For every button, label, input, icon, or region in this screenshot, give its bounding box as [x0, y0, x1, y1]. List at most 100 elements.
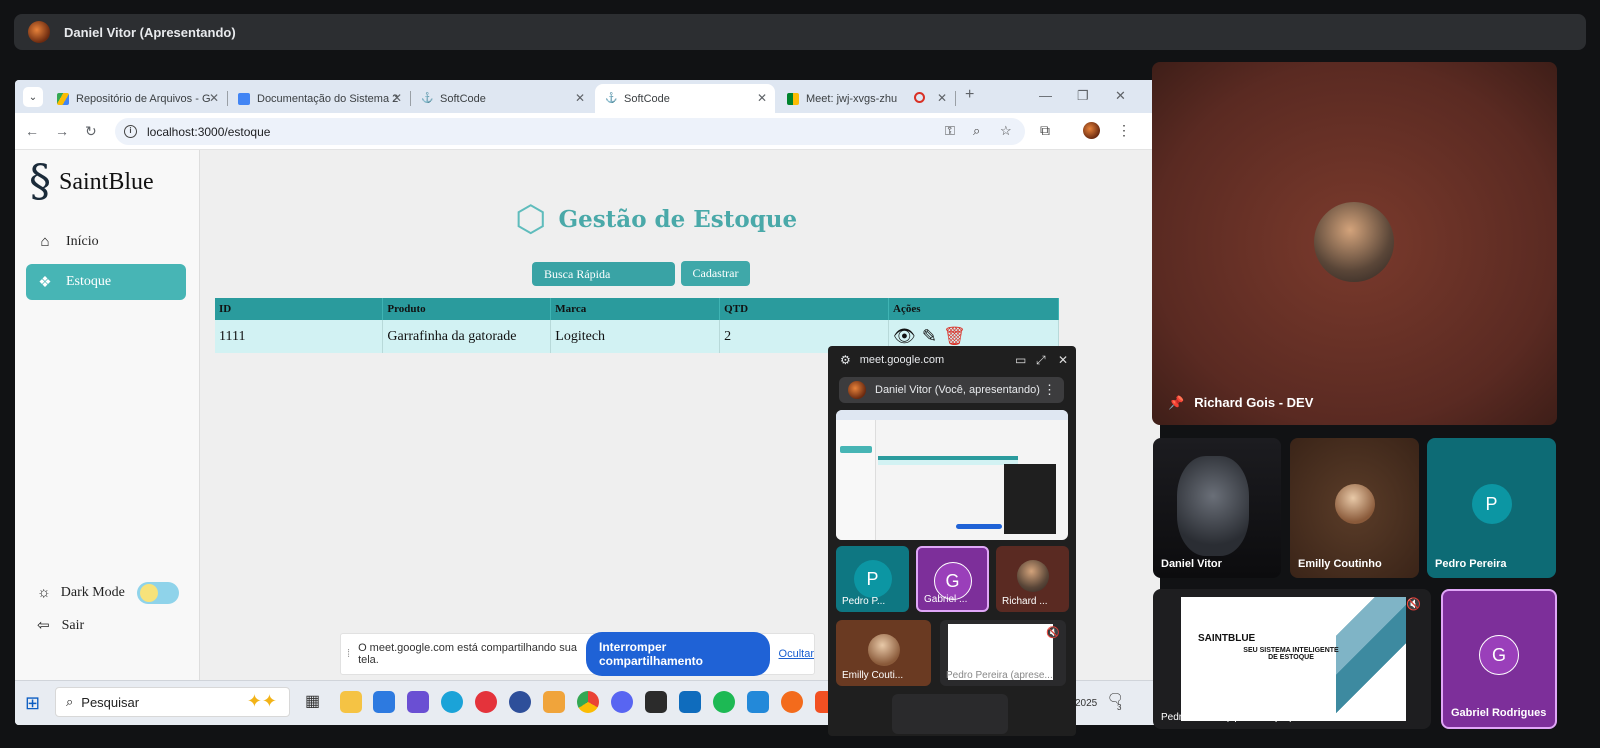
pip-presenter: Daniel Vitor (Você, apresentando) ⋮: [839, 377, 1064, 403]
profile-avatar[interactable]: [1083, 122, 1100, 139]
page-icon: ⚓: [421, 92, 434, 104]
logout-button[interactable]: ⇦ Sair: [37, 616, 84, 635]
brand-logo-icon: §: [29, 156, 51, 207]
camera-icon[interactable]: ▭: [1015, 353, 1026, 367]
dark-mode-toggle[interactable]: [136, 582, 179, 604]
tab-label: Documentação do Sistema 2: [257, 92, 399, 105]
tile-name: Gabriel ...: [924, 594, 968, 605]
omnibox[interactable]: i localhost:3000/estoque ⚿ ⌕ ☆: [115, 118, 1025, 145]
expand-icon[interactable]: ⤢: [1036, 353, 1046, 368]
close-window-icon[interactable]: ✕: [1115, 88, 1126, 104]
trash-icon[interactable]: 🗑: [943, 326, 966, 347]
avatar: [848, 381, 866, 399]
store-icon[interactable]: [373, 691, 395, 713]
tile-name: Richard ...: [1002, 596, 1048, 607]
hide-link[interactable]: Ocultar: [779, 648, 814, 660]
participant-name: Pedro Pereira: [1435, 558, 1507, 570]
tab-repositorio[interactable]: Repositório de Arquivos - G ✕: [47, 84, 228, 113]
bookmark-star-icon[interactable]: ☆: [1000, 123, 1012, 139]
close-icon[interactable]: ✕: [937, 91, 947, 105]
cell-produto: Garrafinha da gatorade: [382, 320, 552, 353]
avatar: P: [853, 560, 892, 598]
browser-icon[interactable]: [509, 691, 531, 713]
view-eye-icon[interactable]: 👁: [893, 326, 916, 347]
new-tab-button[interactable]: +: [965, 86, 974, 104]
postman-icon[interactable]: [781, 691, 803, 713]
participant-name: Emilly Coutinho: [1298, 558, 1382, 570]
forward-icon[interactable]: →: [55, 123, 69, 139]
edge-icon[interactable]: [441, 691, 463, 713]
stop-sharing-button[interactable]: Interromper compartilhamento: [585, 632, 770, 676]
avatar: [867, 634, 900, 666]
spotify-icon[interactable]: [713, 691, 735, 713]
cadastrar-button[interactable]: Cadastrar: [681, 261, 750, 286]
sidebar-item-estoque[interactable]: ❖ Estoque: [26, 264, 186, 300]
pip-host: meet.google.com: [859, 354, 945, 366]
password-key-icon[interactable]: ⚿: [945, 123, 955, 139]
tab-search-button[interactable]: ⌄: [23, 87, 43, 107]
tab-documentacao[interactable]: Documentação do Sistema 2 ✕: [228, 84, 411, 113]
brand: § SaintBlue: [29, 160, 154, 204]
presenter-title: Daniel Vitor (Apresentando): [64, 24, 236, 40]
close-icon[interactable]: ✕: [1058, 353, 1068, 367]
tab-softcode-active[interactable]: ⚓ SoftCode ✕: [595, 84, 775, 113]
discord-icon[interactable]: [611, 691, 633, 713]
avatar: P: [1471, 484, 1512, 524]
close-icon[interactable]: ✕: [209, 91, 219, 105]
drag-handle-icon[interactable]: ⁞: [347, 648, 350, 660]
figma-icon[interactable]: [645, 691, 667, 713]
presenter-avatar: [28, 21, 50, 43]
app-icon[interactable]: [407, 691, 429, 713]
page-heading: ⬡ Gestão de Estoque: [515, 198, 797, 240]
site-info-icon[interactable]: i: [124, 125, 137, 138]
pip-tile-gabriel: G Gabriel ...: [916, 546, 989, 612]
pip-tile-pedro: P Pedro P...: [836, 546, 909, 612]
close-icon[interactable]: ✕: [757, 91, 767, 105]
tab-label: SoftCode: [624, 92, 670, 105]
taskbar-search[interactable]: ⌕ Pesquisar ✦✦: [55, 687, 290, 717]
tab-meet[interactable]: Meet: jwj-xvgs-zhu ✕: [777, 84, 956, 113]
menu-dots-icon[interactable]: ⋮: [1117, 122, 1131, 139]
muted-icon: 🔇: [1046, 627, 1060, 639]
vscode-icon[interactable]: [747, 691, 769, 713]
opera-icon[interactable]: [475, 691, 497, 713]
sidebar-item-inicio[interactable]: ⌂ Início: [26, 224, 186, 260]
close-icon[interactable]: ✕: [392, 91, 402, 105]
sidebar-item-label: Início: [66, 234, 99, 249]
file-explorer-icon[interactable]: [340, 691, 362, 713]
brand-name: SaintBlue: [59, 168, 154, 195]
col-id: ID: [215, 298, 384, 320]
sun-icon: ☼: [37, 584, 51, 601]
avatar: G: [1479, 635, 1519, 675]
reload-icon[interactable]: ↻: [85, 123, 97, 140]
tile-name: Pedro Pereira (aprese...: [946, 670, 1053, 681]
docs-icon: [238, 92, 250, 105]
screen-share-notice: ⁞ O meet.google.com está compartilhando …: [340, 632, 815, 676]
minimize-icon[interactable]: —: [1039, 88, 1052, 103]
tab-label: Repositório de Arquivos - G: [76, 92, 211, 105]
tune-icon[interactable]: ⚙: [840, 353, 851, 367]
dark-mode-label: Dark Mode: [60, 585, 125, 600]
pip-presenter-label: Daniel Vitor (Você, apresentando): [875, 384, 1040, 396]
git-icon[interactable]: [543, 691, 565, 713]
tile-pedro-presentation: SAINTBLUE SEU SISTEMA INTELIGENTE DE EST…: [1153, 589, 1431, 729]
home-icon: ⌂: [40, 233, 50, 250]
drive-icon: [57, 92, 69, 105]
pip-tile-richard: Richard ...: [996, 546, 1069, 612]
back-icon[interactable]: ←: [25, 123, 39, 139]
slide-title: SAINTBLUE: [1198, 633, 1256, 644]
outlook-icon[interactable]: [679, 691, 701, 713]
tab-softcode-1[interactable]: ⚓ SoftCode ✕: [411, 84, 593, 113]
quick-search-input[interactable]: Busca Rápida: [532, 262, 675, 286]
cube-icon: ⬡: [515, 198, 547, 239]
close-icon[interactable]: ✕: [575, 91, 585, 105]
windows-start-icon[interactable]: ⊞: [25, 693, 40, 714]
zoom-icon[interactable]: ⌕: [973, 123, 980, 139]
chrome-icon[interactable]: [577, 691, 599, 713]
pin-icon[interactable]: 📌: [1168, 395, 1184, 410]
edit-icon[interactable]: ✎: [922, 326, 937, 347]
restore-icon[interactable]: ❐: [1077, 88, 1089, 104]
task-view-icon[interactable]: ▦: [305, 691, 327, 713]
extensions-icon[interactable]: ⧉: [1040, 122, 1050, 139]
more-options-icon[interactable]: ⋮: [1043, 382, 1056, 398]
